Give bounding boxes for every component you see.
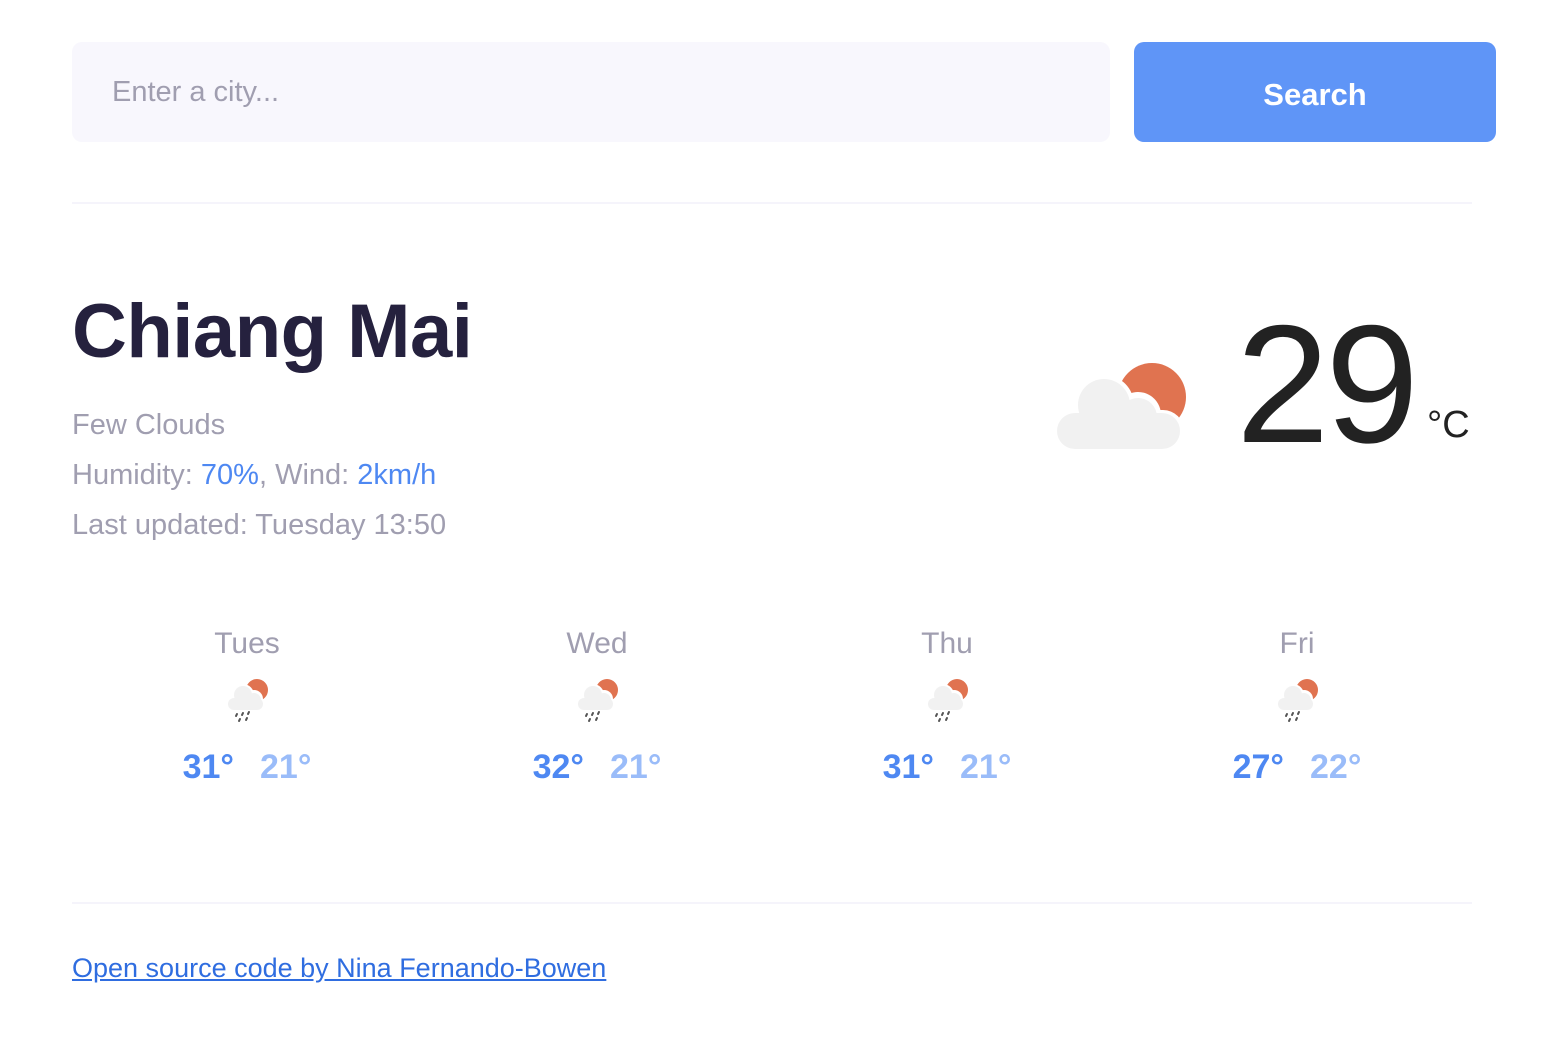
last-updated-label: Last updated: <box>72 509 256 541</box>
forecast-day-label: Fri <box>1279 627 1315 660</box>
rain-partly-cloudy-icon <box>578 679 618 722</box>
bottom-divider <box>72 902 1472 904</box>
forecast-min-temp: 22° <box>1310 748 1362 786</box>
forecast-day-label: Thu <box>921 627 973 660</box>
search-button[interactable]: Search <box>1134 42 1496 142</box>
forecast-temps: 32° 21° <box>422 748 772 788</box>
humidity-value: 70% <box>200 459 259 491</box>
weather-details: Few Clouds Humidity: 70%, Wind: 2km/h La… <box>72 400 446 550</box>
forecast-temps: 31° 21° <box>72 748 422 788</box>
forecast-temps: 27° 22° <box>1122 748 1472 788</box>
forecast-day-label: Wed <box>566 627 628 660</box>
forecast-min-temp: 21° <box>960 748 1012 786</box>
weather-description: Few Clouds <box>72 409 226 441</box>
forecast-day: Thu 31° 21° <box>772 624 1122 788</box>
forecast-max-temp: 32° <box>532 748 584 786</box>
last-updated-value: Tuesday 13:50 <box>255 509 447 541</box>
humidity-label: Humidity: <box>72 459 201 491</box>
forecast-max-temp: 31° <box>882 748 934 786</box>
wind-value: 2km/h <box>357 459 437 491</box>
rain-partly-cloudy-icon <box>1278 679 1318 722</box>
last-updated-line: Last updated: Tuesday 13:50 <box>72 500 446 550</box>
city-search-input[interactable] <box>72 42 1110 142</box>
city-name: Chiang Mai <box>72 289 473 374</box>
forecast-day: Fri 27° 22° <box>1122 624 1472 788</box>
forecast-temps: 31° 21° <box>772 748 1122 788</box>
search-form: Search <box>72 42 1496 142</box>
forecast: Tues 31° 21° Wed 32° 21° Thu 31° 21° Fri… <box>72 624 1472 788</box>
few-clouds-day-icon <box>1054 363 1186 452</box>
humidity-wind-line: Humidity: 70%, Wind: 2km/h <box>72 450 446 500</box>
rain-partly-cloudy-icon <box>928 679 968 722</box>
wind-label: , Wind: <box>258 459 358 491</box>
top-divider <box>72 202 1472 204</box>
forecast-max-temp: 27° <box>1232 748 1284 786</box>
forecast-day: Tues 31° 21° <box>72 624 422 788</box>
forecast-min-temp: 21° <box>260 748 312 786</box>
forecast-day-label: Tues <box>214 627 280 660</box>
forecast-day: Wed 32° 21° <box>422 624 772 788</box>
forecast-min-temp: 21° <box>610 748 662 786</box>
temperature-unit: °C <box>1427 404 1470 446</box>
current-temperature: 29 <box>1236 290 1419 478</box>
source-code-link[interactable]: Open source code by Nina Fernando-Bowen <box>72 953 606 984</box>
rain-partly-cloudy-icon <box>228 679 268 722</box>
forecast-max-temp: 31° <box>182 748 234 786</box>
